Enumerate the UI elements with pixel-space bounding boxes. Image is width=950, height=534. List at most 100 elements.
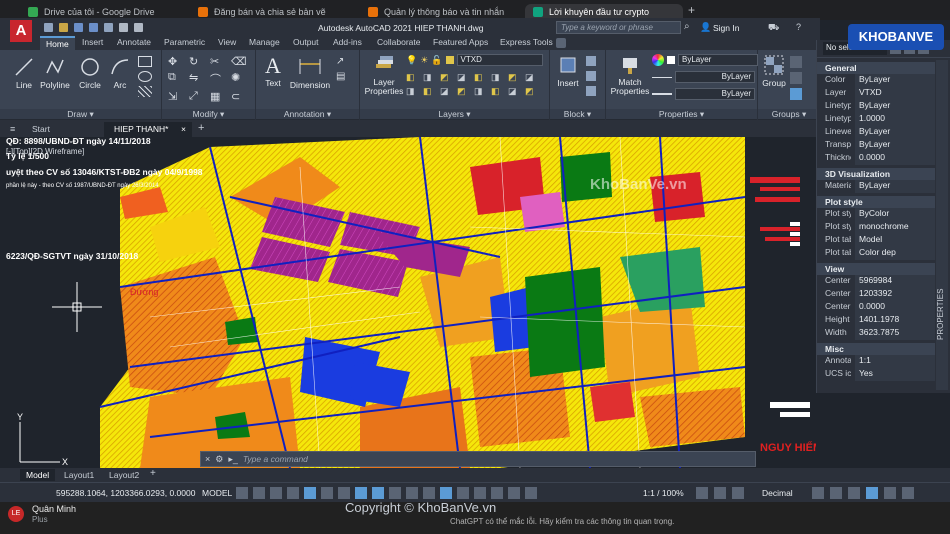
- polyline-button[interactable]: Polyline: [38, 56, 72, 90]
- layer-tool-icon[interactable]: ◨: [406, 86, 420, 97]
- viewport-control-label[interactable]: [-][Top][2D Wireframe]: [6, 147, 84, 156]
- property-value[interactable]: Model: [855, 234, 935, 247]
- offset-icon[interactable]: ⊂: [231, 90, 249, 103]
- property-row[interactable]: Height 1401.1978: [817, 314, 935, 327]
- tab-add-ins[interactable]: Add-ins: [327, 36, 368, 50]
- attribute-icon[interactable]: [586, 86, 596, 96]
- tab-parametric[interactable]: Parametric: [158, 36, 211, 50]
- create-block-icon[interactable]: [586, 56, 596, 66]
- circle-button[interactable]: Circle: [76, 56, 104, 90]
- workspace-gear-icon[interactable]: [696, 487, 708, 499]
- selection-filter-icon[interactable]: [474, 487, 486, 499]
- isodraft-icon[interactable]: [338, 487, 350, 499]
- properties-panel-label[interactable]: Properties ▾: [606, 109, 757, 119]
- misc-section-header[interactable]: Misc: [817, 343, 935, 355]
- tab-layout1[interactable]: Layout1: [60, 469, 98, 481]
- tab-featured-apps[interactable]: Featured Apps: [427, 36, 494, 50]
- trim-icon[interactable]: ✂: [210, 55, 228, 68]
- property-value[interactable]: Yes: [855, 368, 935, 381]
- property-value[interactable]: ByLayer: [855, 100, 935, 113]
- property-value[interactable]: Color dep: [855, 247, 935, 260]
- layer-tool-icon[interactable]: ◪: [457, 72, 471, 83]
- property-row[interactable]: Center Y 1203392: [817, 288, 935, 301]
- plot-style-section-header[interactable]: Plot style: [817, 196, 935, 208]
- tab-collaborate[interactable]: Collaborate: [371, 36, 426, 50]
- tab-annotate[interactable]: Annotate: [111, 36, 157, 50]
- tab-hiep-thanh[interactable]: HIEP THANH* ×: [104, 122, 192, 137]
- linetype-dropdown[interactable]: ByLayer: [675, 71, 755, 83]
- property-value[interactable]: 0.0000: [855, 301, 935, 314]
- property-value[interactable]: ByLayer: [855, 180, 935, 193]
- save-as-icon[interactable]: [89, 23, 98, 32]
- property-row[interactable]: Plot style ByColor: [817, 208, 935, 221]
- line-button[interactable]: Line: [10, 56, 38, 90]
- redo-icon[interactable]: [134, 23, 143, 32]
- annotation-scale-dropdown[interactable]: 1:1 / 100%: [643, 488, 684, 498]
- layer-tool-icon[interactable]: ◨: [491, 72, 505, 83]
- property-row[interactable]: Annotation scale 1:1: [817, 355, 935, 368]
- layer-tool-icon[interactable]: ◩: [525, 86, 539, 97]
- draw-panel-label[interactable]: Draw ▾: [0, 109, 161, 119]
- add-layout-icon[interactable]: +: [150, 468, 156, 479]
- property-value[interactable]: 3623.7875: [855, 327, 935, 340]
- tab-start[interactable]: Start: [22, 122, 60, 137]
- hatch-icon[interactable]: [138, 86, 152, 97]
- units-toggle-icon[interactable]: [732, 487, 744, 499]
- property-row[interactable]: Plot table attached to Model: [817, 234, 935, 247]
- infer-icon[interactable]: [270, 487, 282, 499]
- grid-icon[interactable]: [236, 487, 248, 499]
- sign-in-link[interactable]: Sign In: [713, 23, 739, 33]
- polar-icon[interactable]: [321, 487, 333, 499]
- property-value[interactable]: 1:1: [855, 355, 935, 368]
- close-tab-icon[interactable]: ×: [181, 124, 186, 134]
- erase-icon[interactable]: ⌫: [231, 55, 249, 68]
- search-icon[interactable]: ⌕: [684, 21, 690, 32]
- modify-panel-label[interactable]: Modify ▾: [162, 109, 255, 119]
- property-row[interactable]: Thickness 0.0000: [817, 152, 935, 165]
- search-input[interactable]: Type a keyword or phrase: [556, 21, 681, 34]
- isolate-objects-icon[interactable]: [848, 487, 860, 499]
- property-value[interactable]: ByLayer: [855, 139, 935, 152]
- property-row[interactable]: Linetype ByLayer: [817, 100, 935, 113]
- property-row[interactable]: Layer VTXD: [817, 87, 935, 100]
- tab-home[interactable]: Home: [40, 36, 75, 50]
- layer-properties-button[interactable]: Layer Properties: [364, 54, 404, 96]
- ortho-icon[interactable]: [304, 487, 316, 499]
- coordinate-readout[interactable]: 595288.1064, 1203366.0293, 0.0000: [56, 488, 195, 498]
- transparency-icon[interactable]: [406, 487, 418, 499]
- 3d-osnap-icon[interactable]: [440, 487, 452, 499]
- property-row[interactable]: Plot table type Color dep: [817, 247, 935, 260]
- new-drawing-icon[interactable]: +: [198, 122, 204, 134]
- general-section-header[interactable]: General: [817, 62, 935, 74]
- tab-insert[interactable]: Insert: [76, 36, 109, 50]
- lineweight-dropdown[interactable]: ByLayer: [675, 88, 755, 100]
- fillet-icon[interactable]: ⌒: [210, 71, 228, 87]
- property-row[interactable]: Width 3623.7875: [817, 327, 935, 340]
- ungroup-icon[interactable]: [790, 56, 802, 68]
- lineweight-toggle-icon[interactable]: [389, 487, 401, 499]
- selection-cycling-icon[interactable]: [423, 487, 435, 499]
- units-dropdown[interactable]: Decimal: [762, 488, 793, 498]
- layer-tool-icon[interactable]: ◨: [423, 72, 437, 83]
- user-icon[interactable]: 👤: [700, 22, 711, 33]
- layer-tool-icon[interactable]: ◩: [508, 72, 522, 83]
- property-value[interactable]: 1401.1978: [855, 314, 935, 327]
- rotate-icon[interactable]: ↻: [189, 55, 207, 68]
- annotation-visibility-icon[interactable]: [508, 487, 520, 499]
- layer-tool-icon[interactable]: ◪: [525, 72, 539, 83]
- avatar[interactable]: LE: [8, 506, 24, 522]
- property-value[interactable]: monochrome: [855, 221, 935, 234]
- lock-ui-icon[interactable]: [830, 487, 842, 499]
- arc-button[interactable]: Arc: [106, 56, 134, 90]
- property-row[interactable]: UCS icon On Yes: [817, 368, 935, 381]
- new-icon[interactable]: [44, 23, 53, 32]
- command-input[interactable]: Type a command: [243, 454, 308, 464]
- table-icon[interactable]: ▤: [336, 71, 345, 82]
- dynamic-input-icon[interactable]: [287, 487, 299, 499]
- layers-panel-label[interactable]: Layers ▾: [360, 109, 549, 119]
- tab-output[interactable]: Output: [287, 36, 325, 50]
- quick-properties-icon[interactable]: [812, 487, 824, 499]
- text-button[interactable]: A Text: [260, 54, 286, 89]
- new-tab-button[interactable]: +: [688, 3, 695, 17]
- layer-dropdown[interactable]: VTXD: [456, 54, 543, 66]
